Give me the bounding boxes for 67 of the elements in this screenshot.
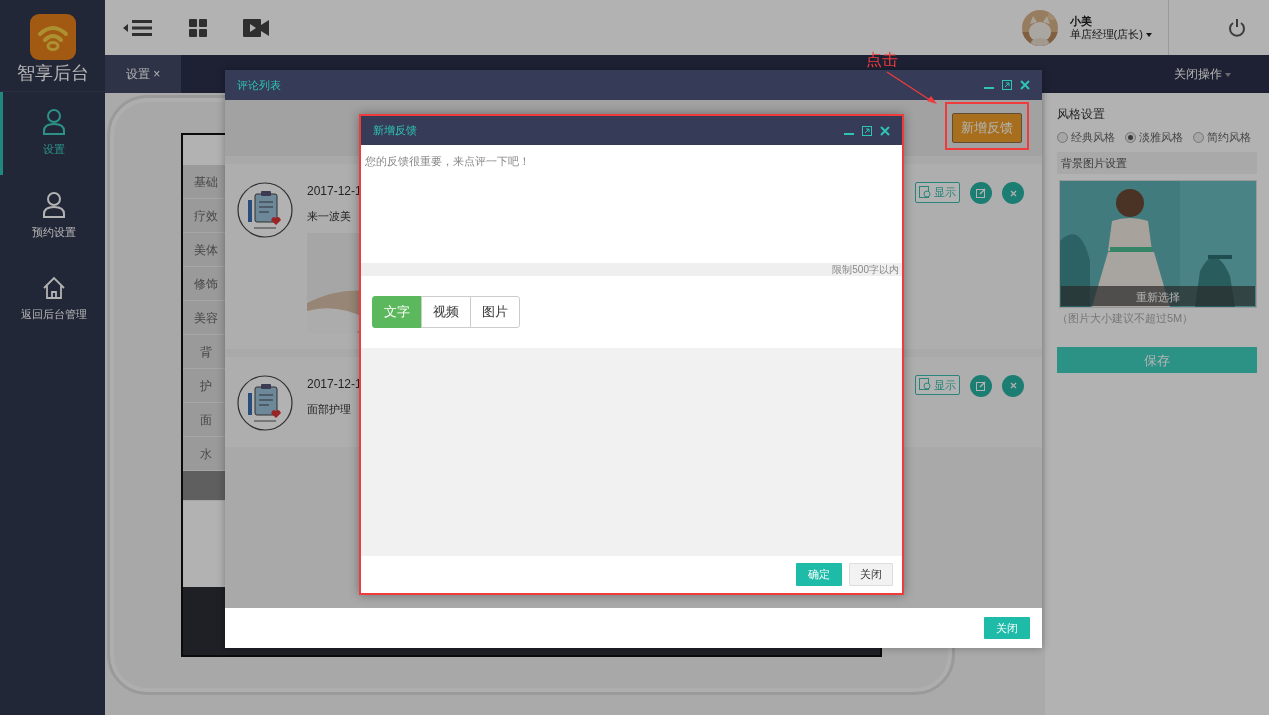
- section-title: 风格设置: [1057, 106, 1106, 123]
- radio-button[interactable]: [1057, 131, 1068, 143]
- close-icon[interactable]: [1020, 80, 1030, 90]
- person-icon: [43, 192, 65, 219]
- caret-icon: [1225, 72, 1231, 77]
- menu-item[interactable]: 护: [183, 369, 228, 403]
- clipboard-icon: [237, 182, 293, 238]
- preview-icon: [919, 185, 932, 199]
- tab[interactable]: 设置 ×: [105, 55, 181, 93]
- home-icon: [42, 276, 66, 301]
- menu-item[interactable]: 疗效: [183, 199, 228, 233]
- menu-item[interactable]: 背: [183, 335, 228, 369]
- video-icon[interactable]: [243, 18, 269, 37]
- close-button[interactable]: 关闭: [984, 616, 1030, 640]
- reselect-button[interactable]: 重新选择: [1061, 286, 1255, 306]
- close-actions-dropdown[interactable]: 关闭操作: [1173, 65, 1231, 83]
- clipboard-icon: [237, 374, 293, 431]
- preview-icon: [919, 378, 932, 392]
- grid-icon[interactable]: [189, 18, 207, 37]
- section-title: 背景图片设置: [1057, 151, 1257, 174]
- menu-item[interactable]: 美容: [183, 301, 228, 335]
- caret-icon: [1146, 32, 1152, 37]
- user-role-dropdown[interactable]: 单店经理(店长): [1069, 27, 1152, 41]
- close-icon: [1009, 189, 1017, 197]
- logo-text: 智享后台: [16, 62, 89, 84]
- close-icon: [1009, 382, 1017, 389]
- logo-icon: [29, 14, 76, 60]
- radio-button[interactable]: [1125, 131, 1136, 143]
- annotation-arrow: [885, 70, 939, 106]
- comment-text: 面部护理: [307, 401, 352, 417]
- edit-icon: [976, 380, 986, 391]
- power-icon[interactable]: [1228, 18, 1246, 37]
- close-button[interactable]: 关闭: [849, 563, 893, 586]
- comment-date: 2017-12-1: [307, 183, 363, 200]
- sidebar-item[interactable]: 返回后台管理: [0, 258, 105, 341]
- menu-item[interactable]: 基础: [183, 165, 228, 199]
- menu-item[interactable]: 修饰: [183, 267, 228, 301]
- show-button[interactable]: 显示: [915, 182, 960, 203]
- menu-item[interactable]: 面: [183, 403, 228, 437]
- dialog-title: 评论列表: [237, 77, 281, 93]
- style-radio[interactable]: 经典风格: [1057, 129, 1115, 146]
- annotation-text: 点击: [866, 50, 898, 70]
- sidebar-item[interactable]: 预约设置: [0, 175, 105, 258]
- user-name: 小美: [1069, 14, 1093, 28]
- confirm-button[interactable]: 确定: [796, 563, 842, 586]
- menu-icon[interactable]: [123, 18, 153, 37]
- type-tab[interactable]: 文字: [372, 296, 422, 328]
- menu-item[interactable]: 水: [183, 437, 228, 471]
- comment-date: 2017-12-1: [307, 375, 363, 393]
- type-tab[interactable]: 图片: [470, 296, 520, 328]
- style-radio[interactable]: 淡雅风格: [1125, 129, 1183, 146]
- add-feedback-button[interactable]: 新增反馈: [952, 113, 1022, 143]
- limit-text: 限制500字以内: [361, 263, 902, 276]
- type-tab[interactable]: 视频: [421, 296, 471, 328]
- save-button[interactable]: 保存: [1057, 346, 1257, 373]
- show-button[interactable]: 显示: [915, 374, 960, 395]
- feedback-input[interactable]: 您的反馈很重要，来点评一下吧！: [361, 145, 902, 263]
- maximize-icon[interactable]: [862, 125, 872, 136]
- dialog-title: 新增反馈: [373, 123, 417, 139]
- person-icon: [43, 109, 65, 136]
- style-radio[interactable]: 简约风格: [1193, 129, 1251, 146]
- menu-item[interactable]: 美体: [183, 233, 228, 267]
- comment-text: 来一波美: [307, 209, 352, 224]
- close-icon[interactable]: [880, 125, 890, 136]
- edit-icon: [976, 188, 986, 198]
- maximize-icon[interactable]: [1002, 80, 1012, 90]
- radio-button[interactable]: [1193, 131, 1204, 143]
